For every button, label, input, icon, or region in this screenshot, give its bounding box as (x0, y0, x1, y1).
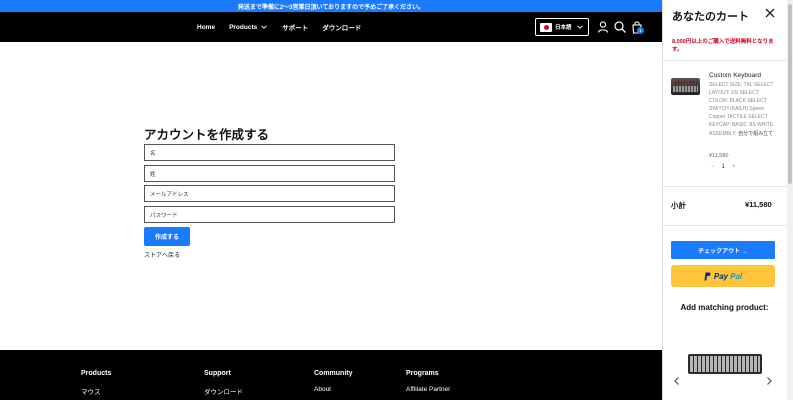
footer-column-support: Support ダウンロード (204, 370, 243, 396)
cart-item-price: ¥11,580 (709, 153, 729, 159)
free-shipping-note: 8,000円以上のご購入で送料無料となります。 (672, 39, 774, 54)
footer-heading: Products (81, 370, 112, 377)
footer-column-community: Community About (314, 370, 353, 393)
first-name-field[interactable]: 名 (144, 144, 395, 161)
site-footer: Products マウス Support ダウンロード Community Ab… (0, 350, 662, 400)
matching-product-heading: Add matching product: (680, 303, 769, 312)
divider (662, 60, 787, 61)
cart-count-badge: 1 (637, 27, 644, 34)
assembly-option: 自分で組み立て (738, 130, 774, 137)
footer-column-programs: Programs Affiliate Partner (406, 370, 450, 393)
last-name-placeholder: 姓 (150, 171, 156, 178)
cart-title: あなたのカート (672, 11, 749, 23)
options-text: SELECT SIZE: TKL SELECT LAYOUT: JIS SELE… (709, 82, 774, 137)
quantity-value: 1 (721, 164, 725, 170)
nav-products[interactable]: Products (229, 23, 268, 31)
paypal-wordmark-pal: Pal (730, 271, 743, 281)
paypal-logo-icon (704, 272, 711, 280)
drawer-scrollbar[interactable] (787, 0, 793, 400)
language-selector[interactable]: 日本語 (535, 18, 589, 36)
chevron-right-icon[interactable] (765, 376, 773, 386)
footer-link[interactable]: ダウンロード (204, 386, 243, 396)
scrollbar-thumb[interactable] (788, 4, 792, 184)
footer-link[interactable]: Affiliate Partner (406, 386, 450, 393)
divider (662, 186, 787, 187)
chevron-left-icon[interactable] (673, 376, 681, 386)
announcement-text: 発送まで準備に2～3営業日頂いておりますので予めご了承ください。 (237, 4, 425, 11)
account-icon[interactable] (596, 20, 610, 34)
email-placeholder: メールアドレス (150, 191, 189, 198)
increase-quantity-button[interactable]: + (732, 164, 736, 170)
divider (662, 225, 787, 226)
nav-home[interactable]: Home (197, 24, 215, 31)
main-nav: Home Products サポート ダウンロード (197, 12, 361, 42)
password-placeholder: パスワード (150, 212, 178, 219)
nav-support-label: サポート (282, 25, 309, 32)
paypal-button[interactable]: Pay Pal (671, 265, 775, 287)
product-thumbnail[interactable] (671, 78, 700, 95)
search-icon[interactable] (613, 20, 627, 34)
paypal-wordmark-pay: Pay (713, 271, 729, 281)
subtotal-label: 小計 (671, 201, 686, 210)
nav-download[interactable]: ダウンロード (322, 22, 361, 32)
close-icon[interactable] (764, 7, 776, 19)
checkout-button[interactable]: チェックアウト → (671, 241, 775, 259)
email-field[interactable]: メールアドレス (144, 185, 395, 202)
decrease-quantity-button[interactable]: − (711, 164, 715, 170)
page: 発送まで準備に2～3営業日頂いておりますので予めご了承ください。 Home Pr… (0, 0, 793, 400)
cart-item-name[interactable]: Custom Keyboard (709, 72, 761, 79)
language-label: 日本語 (555, 25, 572, 31)
footer-heading: Support (204, 370, 231, 377)
japan-flag-icon (540, 22, 552, 32)
chevron-down-icon (577, 25, 583, 29)
cart-item-options: SELECT SIZE: TKL SELECT LAYOUT: JIS SELE… (709, 81, 777, 138)
footer-column-products: Products マウス (81, 370, 111, 396)
first-name-placeholder: 名 (150, 150, 156, 157)
site-header: Home Products サポート ダウンロード 日本語 (0, 12, 662, 42)
footer-heading: Programs (406, 370, 439, 377)
subtotal-value: ¥11,580 (745, 200, 772, 209)
footer-link[interactable]: About (314, 386, 353, 393)
footer-heading: Community (314, 370, 353, 377)
nav-download-label: ダウンロード (322, 25, 362, 32)
announcement-bar: 発送まで準備に2～3営業日頂いておりますので予めご了承ください。 (0, 0, 662, 12)
return-to-store-link[interactable]: ストアへ戻る (144, 250, 180, 259)
create-account-button[interactable]: 作成する (144, 227, 190, 246)
nav-support[interactable]: サポート (282, 22, 308, 32)
footer-link[interactable]: マウス (81, 386, 111, 396)
password-field[interactable]: パスワード (144, 206, 395, 223)
last-name-field[interactable]: 姓 (144, 165, 395, 182)
nav-home-label: Home (197, 23, 216, 31)
matching-product-image[interactable] (688, 354, 762, 374)
page-title: アカウントを作成する (144, 128, 270, 142)
quantity-stepper: − 1 + (711, 164, 735, 170)
chevron-down-icon (261, 25, 267, 29)
nav-products-label: Products (229, 23, 258, 31)
